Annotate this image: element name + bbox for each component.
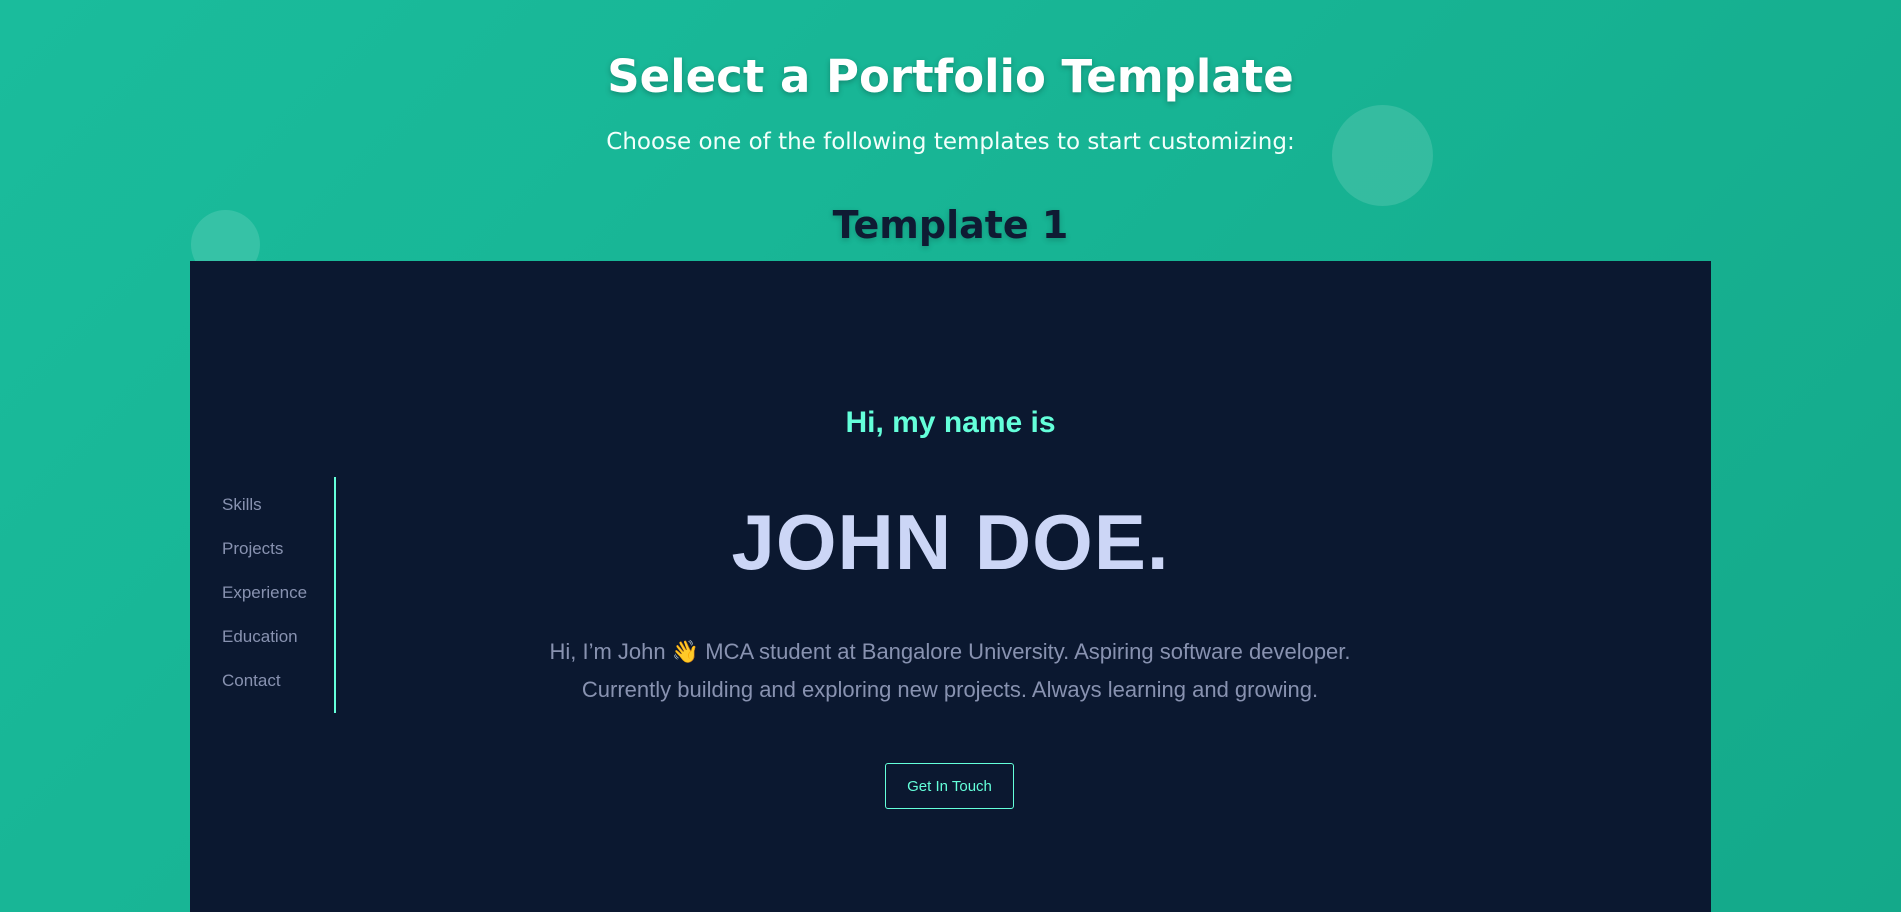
page-subtitle: Choose one of the following templates to… [606, 129, 1295, 155]
hero-name: JOHN DOE. [731, 498, 1170, 586]
hero-greeting: Hi, my name is [845, 406, 1056, 439]
decorative-bubble [1332, 105, 1433, 206]
get-in-touch-button[interactable]: Get In Touch [885, 763, 1014, 809]
nav-item-contact[interactable]: Contact [222, 671, 281, 691]
template-preview[interactable]: Skills Projects Experience Education Con… [190, 261, 1711, 912]
hero-bio: Hi, I’m John 👋 MCA student at Bangalore … [549, 639, 1351, 702]
nav-item-education[interactable]: Education [222, 627, 298, 647]
template-heading: Template 1 [832, 203, 1069, 247]
page-title: Select a Portfolio Template [607, 50, 1294, 103]
